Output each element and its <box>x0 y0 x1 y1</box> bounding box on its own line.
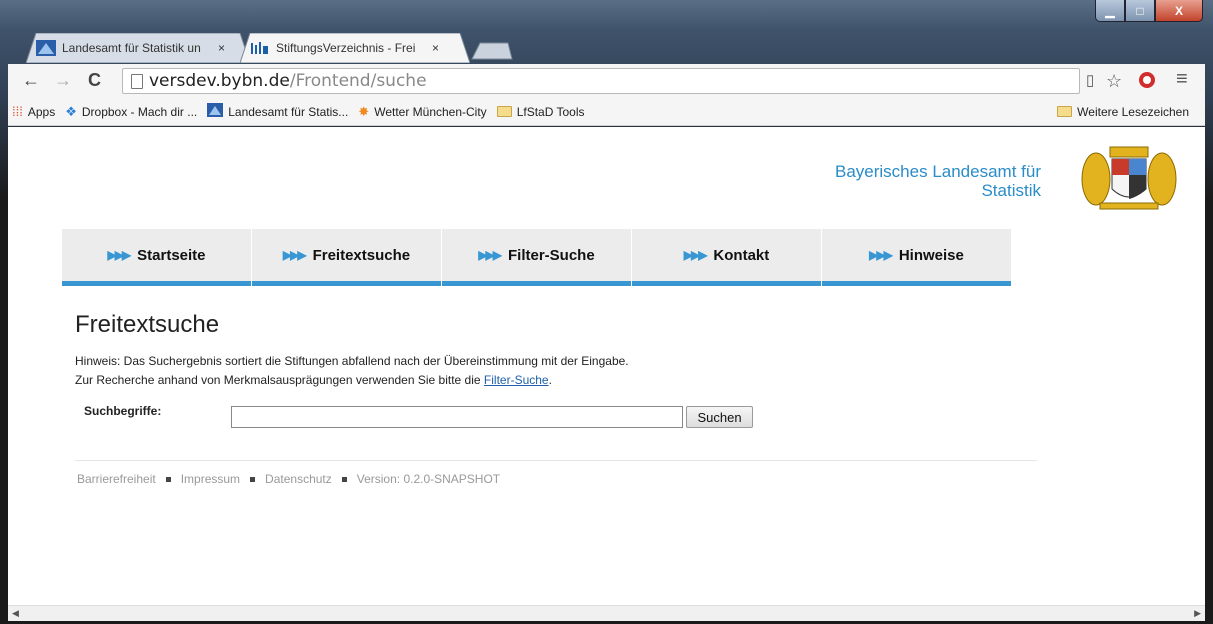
footer-divider <box>75 460 1037 461</box>
bookmark-label: Dropbox - Mach dir ... <box>81 104 198 119</box>
nav-label: Freitextsuche <box>312 246 411 264</box>
bookmark-folder-lfstad-tools[interactable]: LfStaD Tools <box>496 104 585 119</box>
logo-line-1: Bayerisches Landesamt für <box>835 162 1041 181</box>
dropbox-icon: ❖ <box>65 103 77 119</box>
search-hint: Hinweis: Das Suchergebnis sortiert die S… <box>75 352 629 390</box>
nav-label: Kontakt <box>713 246 770 264</box>
filter-suche-link[interactable]: Filter-Suche <box>484 373 549 387</box>
footer-separator <box>165 476 171 482</box>
hint-line-1: Hinweis: Das Suchergebnis sortiert die S… <box>75 354 629 368</box>
bookmark-label: Apps <box>27 104 56 119</box>
footer-separator <box>341 476 347 482</box>
footer-link-barrierefreiheit[interactable]: Barrierefreiheit <box>77 472 156 486</box>
bookmark-apps[interactable]: ⁞⁞⁞ Apps <box>12 104 55 119</box>
main-navigation: ▶▶▶ Startseite ▶▶▶ Freitextsuche ▶▶▶ Fil… <box>62 229 1012 286</box>
new-tab-shape <box>471 42 513 60</box>
footer-version: Version: 0.2.0-SNAPSHOT <box>356 472 501 486</box>
forward-arrow-icon[interactable]: → <box>54 70 72 91</box>
nav-freitextsuche[interactable]: ▶▶▶ Freitextsuche <box>252 229 441 286</box>
search-button[interactable]: Suchen <box>686 406 753 428</box>
bavarian-crest-icon[interactable] <box>1080 145 1178 211</box>
scroll-right-icon[interactable]: ▶ <box>1194 608 1201 619</box>
lfstad-bars-favicon-icon <box>250 40 270 56</box>
hint-line-2: Zur Recherche anhand von Merkmalsauspräg… <box>75 371 629 390</box>
footer: Barrierefreiheit Impressum Datenschutz V… <box>77 472 500 486</box>
new-tab-button[interactable] <box>468 33 514 63</box>
search-input[interactable] <box>231 406 683 428</box>
nav-startseite[interactable]: ▶▶▶ Startseite <box>62 229 251 286</box>
apps-grid-icon: ⁞⁞⁞ <box>12 104 23 119</box>
nav-label: Hinweise <box>898 246 964 264</box>
folder-icon <box>496 106 512 117</box>
tab-landesamt[interactable]: Landesamt für Statistik un × <box>26 33 250 63</box>
reload-icon[interactable]: C <box>88 70 101 91</box>
tab-close-icon[interactable]: × <box>432 41 439 55</box>
tab-close-icon[interactable]: × <box>218 41 225 55</box>
bookmark-landesamt[interactable]: Landesamt für Statis... <box>207 103 348 120</box>
nav-kontakt[interactable]: ▶▶▶ Kontakt <box>632 229 821 286</box>
nav-filter-suche[interactable]: ▶▶▶ Filter-Suche <box>442 229 631 286</box>
bookmark-dropbox[interactable]: ❖ Dropbox - Mach dir ... <box>65 104 197 120</box>
logo-line-2: Statistik <box>981 181 1041 200</box>
nav-label: Filter-Suche <box>508 246 595 264</box>
page-title: Freitextsuche <box>75 311 220 338</box>
adblock-stop-icon[interactable] <box>1138 71 1156 94</box>
nav-arrows-icon: ▶▶▶ <box>683 248 708 262</box>
browser-toolbar: ← → C versdev.bybn.de/Frontend/suche ▯ ☆… <box>8 64 1205 98</box>
back-arrow-icon[interactable]: ← <box>22 70 40 91</box>
nav-arrows-icon: ▶▶▶ <box>869 248 893 262</box>
tab-title: StiftungsVerzeichnis - Frei <box>276 41 416 55</box>
search-label: Suchbegriffe: <box>84 404 162 418</box>
maximize-button[interactable]: □ <box>1125 0 1155 22</box>
menu-icon[interactable]: ≡ <box>1176 68 1188 91</box>
site-logo-text[interactable]: Bayerisches Landesamt für Statistik <box>821 162 1041 200</box>
browser-window: Landesamt für Statistik un × StiftungsVe… <box>0 0 1213 624</box>
scroll-left-icon[interactable]: ◀ <box>12 608 19 619</box>
bookmark-label: Weitere Lesezeichen <box>1077 104 1189 119</box>
page-icon <box>131 73 143 89</box>
folder-icon <box>1057 106 1073 117</box>
url-host: versdev.bybn.de <box>149 71 290 91</box>
bookmarks-bar: ⁞⁞⁞ Apps ❖ Dropbox - Mach dir ... Landes… <box>8 98 1205 126</box>
tab-stiftungsverzeichnis[interactable]: StiftungsVerzeichnis - Frei × <box>240 33 470 63</box>
other-bookmarks[interactable]: Weitere Lesezeichen <box>1057 105 1189 119</box>
tab-strip: Landesamt für Statistik un × StiftungsVe… <box>0 0 1213 64</box>
bookmark-wetter[interactable]: ✸ Wetter München-City <box>358 104 486 120</box>
nav-arrows-icon: ▶▶▶ <box>478 248 502 262</box>
close-window-button[interactable]: X <box>1155 0 1203 22</box>
window-controls: ▁ □ X <box>1095 0 1203 22</box>
tab-title: Landesamt für Statistik un <box>62 41 201 55</box>
hint-punctuation: . <box>548 373 552 387</box>
bookmark-label: LfStaD Tools <box>516 104 585 119</box>
bookmark-label: Landesamt für Statis... <box>228 104 349 119</box>
minimize-button[interactable]: ▁ <box>1095 0 1125 22</box>
url-path: /Frontend/suche <box>289 71 427 91</box>
lfstad-icon <box>207 103 224 120</box>
nav-arrows-icon: ▶▶▶ <box>107 248 131 262</box>
footer-link-datenschutz[interactable]: Datenschutz <box>265 472 332 486</box>
bookmark-label: Wetter München-City <box>374 104 487 119</box>
lfstad-favicon-icon <box>36 40 56 56</box>
footer-link-impressum[interactable]: Impressum <box>181 472 240 486</box>
bookmark-star-icon[interactable]: ☆ <box>1106 71 1122 92</box>
horizontal-scrollbar[interactable]: ◀ ▶ <box>8 605 1205 621</box>
weather-icon: ✸ <box>358 103 370 119</box>
nav-arrows-icon: ▶▶▶ <box>282 248 307 262</box>
page-viewport: Bayerisches Landesamt für Statistik ▶▶▶ … <box>8 127 1205 605</box>
nav-label: Startseite <box>137 246 206 264</box>
hint-text: Zur Recherche anhand von Merkmalsauspräg… <box>75 373 484 387</box>
page-action-icon[interactable]: ▯ <box>1086 71 1094 89</box>
footer-separator <box>250 476 256 482</box>
nav-hinweise[interactable]: ▶▶▶ Hinweise <box>822 229 1011 286</box>
address-bar[interactable]: versdev.bybn.de/Frontend/suche <box>122 68 1080 94</box>
